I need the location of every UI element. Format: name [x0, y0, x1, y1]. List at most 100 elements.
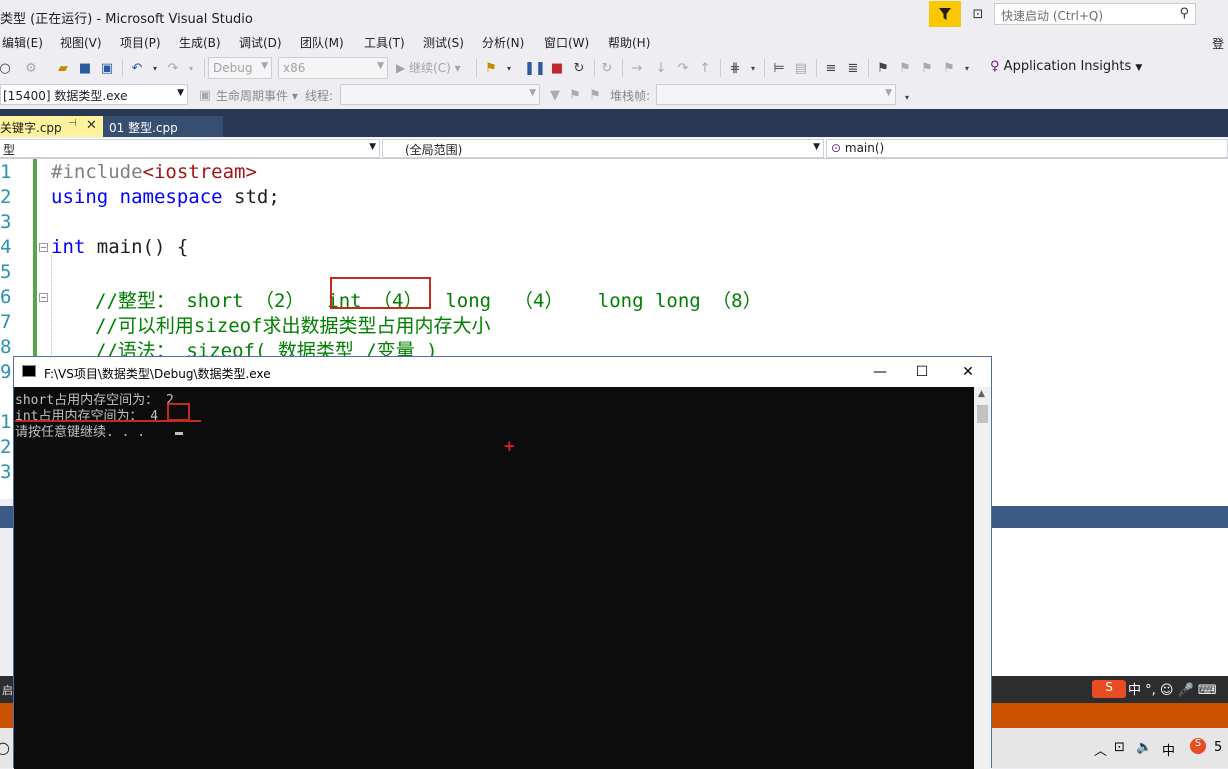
stackframe-select[interactable]: ▼	[656, 84, 896, 105]
step-out-icon[interactable]: ↑	[696, 59, 714, 77]
minimize-button[interactable]: —	[860, 361, 900, 383]
hex-display-icon[interactable]: ⋕	[726, 59, 744, 77]
quick-launch-input[interactable]: 快速启动 (Ctrl+Q) ⚲	[994, 3, 1196, 25]
tab-keywords-cpp[interactable]: 关键字.cpp ⊣ ✕	[0, 116, 103, 137]
chevron-down-icon: ▼	[377, 61, 384, 71]
attach-process-icon[interactable]: ⚑	[482, 59, 500, 77]
application-insights-button[interactable]: ♀ Application Insights ▼	[990, 59, 1142, 74]
forward-icon[interactable]: ○	[0, 59, 14, 77]
ime-indicator[interactable]: 中	[1162, 740, 1175, 759]
prev-bookmark-icon[interactable]: ⚑	[896, 59, 914, 77]
save-all-icon[interactable]: ▣	[98, 59, 116, 77]
menu-view[interactable]: 视图(V)	[60, 34, 102, 51]
clear-bookmarks-icon[interactable]: ⚑	[940, 59, 958, 77]
toolbar-overflow-icon[interactable]: ▾	[958, 59, 976, 77]
lifecycle-events-button[interactable]: 生命周期事件 ▾	[216, 87, 298, 104]
line-number: 8	[0, 336, 12, 358]
maximize-button[interactable]: ☐	[902, 361, 942, 383]
new-project-icon[interactable]: ⚙	[22, 59, 40, 77]
chevron-down-icon: ▼	[369, 142, 376, 152]
code-line: using namespace std;	[51, 186, 280, 208]
flag-filter-icon[interactable]: ▼	[546, 86, 564, 104]
chevron-down-icon: ▼	[177, 88, 184, 98]
redo-icon[interactable]: ↷	[164, 59, 182, 77]
toolbar-overflow-icon[interactable]: ▾	[898, 88, 916, 106]
menu-project[interactable]: 项目(P)	[120, 34, 161, 51]
member-select[interactable]: ⊙ main()	[826, 139, 1228, 158]
scrollbar-thumb[interactable]	[977, 405, 988, 423]
menu-help[interactable]: 帮助(H)	[608, 34, 650, 51]
show-next-statement-icon[interactable]: →	[628, 59, 646, 77]
thread-icon[interactable]: ⊨	[770, 59, 788, 77]
menu-analyze[interactable]: 分析(N)	[482, 34, 524, 51]
open-file-icon[interactable]: ▰	[54, 59, 72, 77]
bookmark-icon[interactable]: ⚑	[874, 59, 892, 77]
panel-tabs-strip: S 中 °, ☺ 🎤 ⌨	[992, 676, 1228, 703]
restart-icon[interactable]: ↻	[570, 59, 588, 77]
sogou-icon[interactable]: S	[1190, 738, 1206, 754]
menu-tools[interactable]: 工具(T)	[364, 34, 405, 51]
menu-test[interactable]: 测试(S)	[423, 34, 464, 51]
line-number: 4	[0, 236, 12, 258]
console-output[interactable]: short占用内存空间为： 2 int占用内存空间为： 4 请按任意键继续. .…	[14, 387, 974, 769]
title-bar: 类型 (正在运行) - Microsoft Visual Studio ⊡ 快速…	[0, 0, 1228, 51]
thread-select[interactable]: ▼	[340, 84, 540, 105]
next-bookmark-icon[interactable]: ⚑	[918, 59, 936, 77]
menu-build[interactable]: 生成(B)	[179, 34, 221, 51]
output-panel-header	[992, 506, 1228, 528]
scope-select[interactable]: (全局范围) ▼	[382, 139, 824, 158]
menu-team[interactable]: 团队(M)	[300, 34, 344, 51]
close-button[interactable]: ✕	[948, 361, 988, 383]
close-icon[interactable]: ✕	[86, 118, 97, 133]
feedback-icon[interactable]: ⊡	[968, 5, 988, 23]
line-number: 3	[0, 461, 12, 483]
menu-edit[interactable]: 编辑(E)	[2, 34, 43, 51]
project-select[interactable]: 型 ▼	[0, 139, 380, 158]
line-number: 5	[0, 261, 12, 283]
start-button[interactable]: ○	[0, 728, 14, 768]
collapse-icon[interactable]: −	[39, 243, 48, 252]
continue-button[interactable]: ▶ 继续(C) ▾	[396, 59, 461, 76]
hex-dropdown-icon[interactable]: ▾	[744, 59, 762, 77]
ime-toolbar[interactable]: 中 °, ☺ 🎤 ⌨	[1128, 679, 1217, 698]
process-select[interactable]: [15400] 数据类型.exe ▼	[0, 84, 188, 105]
comment-icon[interactable]: ≡	[822, 59, 840, 77]
ime-logo-icon[interactable]: S	[1092, 680, 1126, 698]
console-window[interactable]: F:\VS项目\数据类型\Debug\数据类型.exe — ☐ ✕ short占…	[13, 356, 992, 769]
flag-all-icon[interactable]: ⚑	[586, 86, 604, 104]
solution-platform-select[interactable]: x86 ▼	[278, 57, 388, 79]
pin-icon[interactable]: ⊣	[68, 118, 77, 129]
undo-dropdown-icon[interactable]: ▾	[146, 59, 164, 77]
notification-filter-button[interactable]	[929, 1, 961, 27]
hot-reload-icon[interactable]: ↻	[598, 59, 616, 77]
collapse-icon[interactable]: −	[39, 293, 48, 302]
tray-overflow-icon[interactable]: ︿	[1094, 740, 1107, 759]
undo-icon[interactable]: ↶	[128, 59, 146, 77]
line-number: 3	[0, 211, 12, 233]
attach-dropdown-icon[interactable]: ▾	[500, 59, 518, 77]
line-number: 7	[0, 311, 12, 333]
stop-icon[interactable]: ■	[548, 59, 566, 77]
line-number: 2	[0, 186, 12, 208]
step-over-icon[interactable]: ↷	[674, 59, 692, 77]
annotation-highlight-box	[167, 403, 190, 421]
save-icon[interactable]: ■	[76, 59, 94, 77]
status-bar	[992, 703, 1228, 728]
uncomment-icon[interactable]: ≣	[844, 59, 862, 77]
step-into-icon[interactable]: ↓	[652, 59, 670, 77]
console-title-bar[interactable]: F:\VS项目\数据类型\Debug\数据类型.exe — ☐ ✕	[14, 357, 991, 387]
console-scrollbar[interactable]: ▲	[974, 387, 991, 769]
stack-icon[interactable]: ▤	[792, 59, 810, 77]
menu-debug[interactable]: 调试(D)	[239, 34, 282, 51]
tab-integer-cpp[interactable]: 01 整型.cpp	[103, 116, 223, 137]
solution-configuration-select[interactable]: Debug ▼	[208, 57, 272, 79]
menu-window[interactable]: 窗口(W)	[544, 34, 589, 51]
lifecycle-icon: ▣	[198, 87, 212, 103]
pause-icon[interactable]: ❚❚	[524, 59, 546, 77]
flag-icon[interactable]: ⚑	[566, 86, 584, 104]
redo-dropdown-icon[interactable]: ▾	[182, 59, 200, 77]
network-icon[interactable]: ⊡	[1114, 740, 1125, 755]
scroll-up-icon[interactable]: ▲	[978, 389, 985, 399]
status-bar-left	[0, 703, 14, 728]
volume-icon[interactable]: 🔈	[1136, 740, 1152, 755]
